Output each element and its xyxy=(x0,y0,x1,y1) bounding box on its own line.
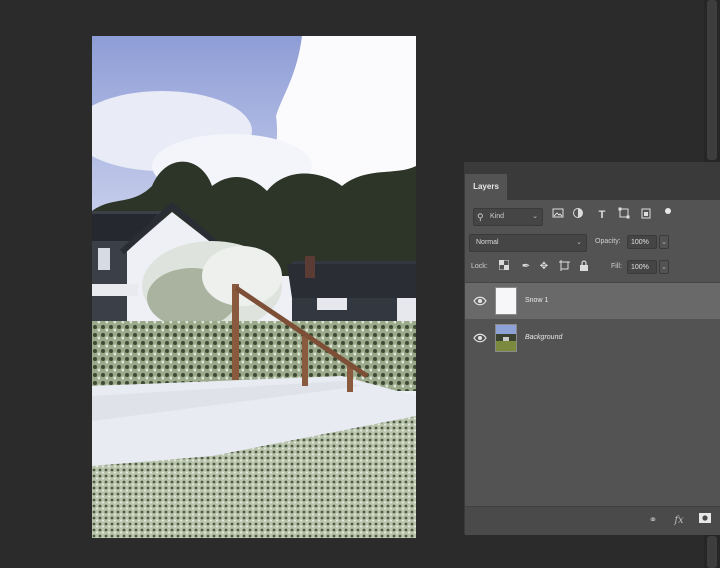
fill-label: Fill: xyxy=(611,263,622,270)
shape-filter-icon[interactable] xyxy=(617,207,631,223)
layer-name: Snow 1 xyxy=(525,297,549,304)
filter-toggle[interactable] xyxy=(665,208,671,214)
eye-icon[interactable] xyxy=(473,332,487,344)
layers-panel: Layers ⚲ Kind ⌄ T Normal ⌄ Opacity: 100%… xyxy=(464,162,720,535)
lock-transparent-icon[interactable] xyxy=(497,259,511,274)
image-filter-icon[interactable] xyxy=(551,207,565,223)
opacity-label: Opacity: xyxy=(595,238,621,245)
fx-icon[interactable]: fx xyxy=(671,513,687,529)
eye-icon[interactable] xyxy=(473,295,487,307)
canvas-image xyxy=(92,36,416,538)
panel-footer: ⚭ fx xyxy=(465,506,720,535)
search-icon: ⚲ xyxy=(477,212,484,222)
layer-filter-select[interactable]: ⚲ Kind ⌄ xyxy=(473,208,543,226)
document-canvas[interactable] xyxy=(92,36,416,538)
layer-row-snow-1[interactable]: Snow 1 xyxy=(465,283,720,319)
mask-icon[interactable] xyxy=(697,513,713,529)
layer-thumbnail xyxy=(495,324,517,352)
opacity-input[interactable]: 100% xyxy=(627,235,657,249)
lock-pixels-icon[interactable]: ✒ xyxy=(519,260,533,274)
fill-slider-toggle[interactable]: ⌄ xyxy=(659,260,669,274)
tab-layers[interactable]: Layers xyxy=(465,174,507,200)
adjustment-filter-icon[interactable] xyxy=(571,207,585,223)
lock-all-icon[interactable] xyxy=(577,260,591,274)
smart-object-filter-icon[interactable] xyxy=(639,207,653,223)
blend-mode-select[interactable]: Normal ⌄ xyxy=(469,234,587,252)
fill-input[interactable]: 100% xyxy=(627,260,657,274)
lock-artboard-icon[interactable] xyxy=(557,260,571,274)
type-filter-icon[interactable]: T xyxy=(595,207,609,223)
opacity-slider-toggle[interactable]: ⌄ xyxy=(659,235,669,249)
lock-label: Lock: xyxy=(471,263,488,270)
chevron-down-icon: ⌄ xyxy=(532,213,538,220)
chevron-down-icon: ⌄ xyxy=(576,239,582,246)
layer-name: Background xyxy=(525,334,563,341)
filter-kind-label: Kind xyxy=(490,213,505,220)
layer-row-background[interactable]: Background xyxy=(465,320,720,356)
layer-thumbnail xyxy=(495,287,517,315)
panel-tab-bar: Layers xyxy=(465,162,720,200)
link-icon[interactable]: ⚭ xyxy=(645,513,661,529)
scrollbar-thumb-bottom[interactable] xyxy=(707,536,717,568)
blend-mode-value: Normal xyxy=(476,239,499,246)
lock-position-icon[interactable]: ✥ xyxy=(537,260,551,274)
scrollbar-thumb[interactable] xyxy=(707,0,717,160)
